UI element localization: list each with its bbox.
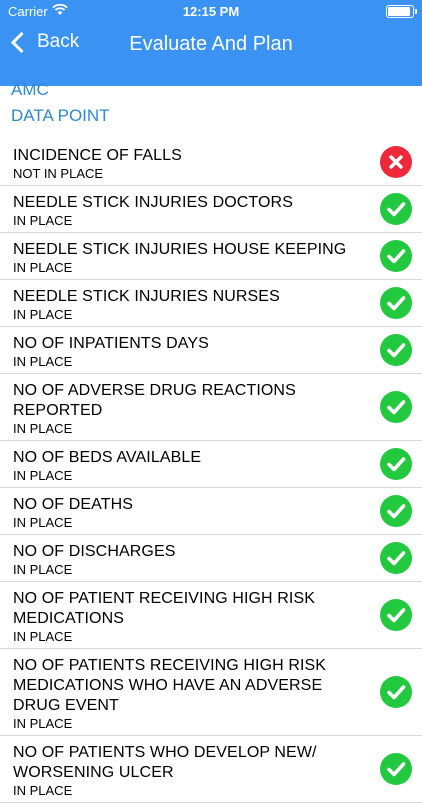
data-point-name: NEEDLE STICK INJURIES HOUSE KEEPING [13,241,347,258]
page-title: Evaluate And Plan [129,33,293,55]
data-point-status: NOT IN PLACE [13,166,104,181]
clock: 12:15 PM [182,4,240,19]
battery-icon [386,5,417,18]
data-point-name: NEEDLE STICK INJURIES NURSES [13,288,280,305]
list-item[interactable]: NEEDLE STICK INJURIES DOCTORS IN PLACE [0,186,422,233]
data-point-name: INCIDENCE OF FALLS [13,147,182,164]
data-point-status: IN PLACE [13,421,73,436]
check-icon [380,240,412,272]
data-point-name: NO OF ADVERSE DRUG REACTIONS REPORTED [13,382,296,419]
cross-icon [380,146,412,178]
check-icon [380,391,412,423]
category-label: DATA POINT [11,106,110,125]
list-item[interactable]: NO OF ADVERSE DRUG REACTIONS REPORTED IN … [0,374,422,441]
list-item[interactable]: NEEDLE STICK INJURIES HOUSE KEEPING IN PL… [0,233,422,280]
list-item[interactable]: NO OF PATIENT RECEIVING HIGH RISK MEDICA… [0,582,422,649]
status-bar: Carrier 12:15 PM [0,0,422,22]
list-item[interactable]: NEEDLE STICK INJURIES NURSES IN PLACE [0,280,422,327]
check-icon [380,676,412,708]
data-point-status: IN PLACE [13,716,73,731]
check-icon [380,599,412,631]
data-point-status: IN PLACE [13,213,73,228]
data-point-status: IN PLACE [13,629,73,644]
data-point-name: NO OF PATIENTS RECEIVING HIGH RISK MEDIC… [13,657,327,714]
data-point-status: IN PLACE [13,515,73,530]
data-point-status: IN PLACE [13,783,73,798]
navigation-bar: Back Evaluate And Plan [0,22,422,66]
data-point-status: IN PLACE [13,468,73,483]
data-point-status: IN PLACE [13,307,73,322]
list-item[interactable]: NO OF DEATHS IN PLACE [0,488,422,535]
check-icon [380,753,412,785]
list-item[interactable]: NO OF PATIENTS WHO DEVELOP NEW/ WORSENIN… [0,736,422,803]
check-icon [380,287,412,319]
check-icon [380,495,412,527]
data-point-name: NO OF PATIENT RECEIVING HIGH RISK MEDICA… [13,590,316,627]
data-point-name: NO OF INPATIENTS DAYS [13,335,209,352]
check-icon [380,448,412,480]
list-item[interactable]: NO OF DISCHARGES IN PLACE [0,535,422,582]
check-icon [380,193,412,225]
data-point-status: IN PLACE [13,354,73,369]
list-item[interactable]: NO OF INPATIENTS DAYS IN PLACE [0,327,422,374]
data-point-name: NO OF BEDS AVAILABLE [13,449,202,466]
data-point-name: NO OF PATIENTS WHO DEVELOP NEW/ WORSENIN… [13,744,317,781]
organization-label: AMC [11,80,49,99]
data-point-status: IN PLACE [13,562,73,577]
data-point-name: NEEDLE STICK INJURIES DOCTORS [13,194,293,211]
data-point-list: INCIDENCE OF FALLS NOT IN PLACE NEEDLE STI… [0,139,422,803]
data-point-name: NO OF DISCHARGES [13,543,176,560]
list-item[interactable]: NO OF PATIENTS RECEIVING HIGH RISK MEDIC… [0,649,422,736]
data-point-status: IN PLACE [13,260,73,275]
check-icon [380,542,412,574]
data-point-name: NO OF DEATHS [13,496,134,513]
list-item[interactable]: NO OF BEDS AVAILABLE IN PLACE [0,441,422,488]
list-item[interactable]: INCIDENCE OF FALLS NOT IN PLACE [0,139,422,186]
app-header: Carrier 12:15 PM Back Evaluate And Plan [0,0,422,86]
check-icon [380,334,412,366]
